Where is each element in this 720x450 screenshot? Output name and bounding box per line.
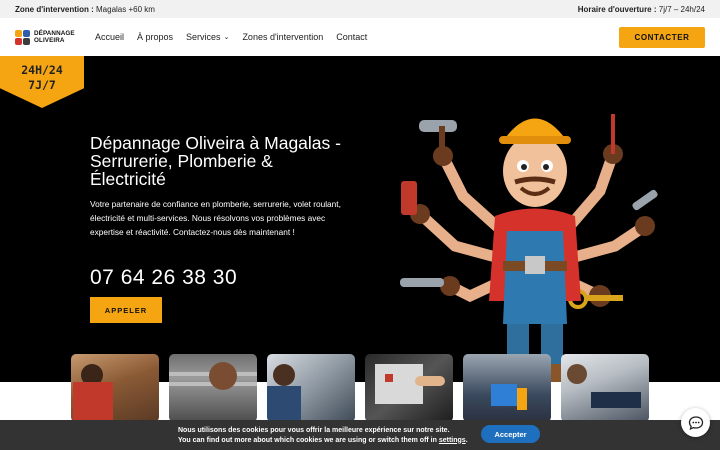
handyman-mascot-illustration [400,114,658,382]
nav-label: À propos [137,32,174,42]
logo-text: DÉPANNAGE OLIVEIRA [34,30,75,44]
nav-contact[interactable]: Contact [336,32,367,42]
service-cards [71,354,651,422]
nav-label: Accueil [95,32,125,42]
logo-icon [15,29,30,45]
badge-line-2: 7J/7 [28,78,56,92]
cookie-line-1: Nous utilisons des cookies pour vous off… [178,427,450,434]
hero-title: Dépannage Oliveira à Magalas - Serrureri… [90,133,341,189]
zone-label: Zone d'intervention : [15,4,94,14]
call-button[interactable]: APPELER [90,297,162,323]
zone-value: Magalas +60 km [93,4,155,14]
hero-description: Votre partenaire de confiance en plomber… [90,199,341,237]
logo-line-2: OLIVEIRA [34,37,65,44]
contact-button[interactable]: CONTACTER [619,27,705,48]
nav-a-propos[interactable]: À propos [137,32,173,42]
phone-number[interactable]: 07 64 26 38 30 [90,266,237,290]
zone-info: Zone d'intervention : Magalas +60 km [15,5,155,14]
cookie-line-2: You can find out more about which cookie… [178,436,468,446]
service-card-multi-services[interactable] [561,354,649,422]
service-card-serrurerie[interactable] [71,354,159,422]
hours-info: Horaire d'ouverture : 7j/7 – 24h/24 [578,5,705,14]
cookie-text: Nous utilisons des cookies pour vous off… [178,426,468,445]
cookie-accept-button[interactable]: Accepter [481,425,540,443]
nav-label: Zones d'intervention [242,32,324,42]
logo-line-1: DÉPANNAGE [34,30,75,37]
nav-label: Services [186,32,221,42]
cookie-line-2-end: . [465,436,468,444]
badge-line-1: 24H/24 [21,63,63,77]
chevron-down-icon: ⌄ [223,34,230,41]
service-card-vitrerie[interactable] [267,354,355,422]
nav-label: Contact [336,32,368,42]
top-info-bar: Zone d'intervention : Magalas +60 km Hor… [0,0,720,18]
site-logo[interactable]: DÉPANNAGE OLIVEIRA [15,29,95,45]
main-nav: Accueil À propos Services ⌄ Zones d'inter… [95,32,367,42]
service-card-plomberie[interactable] [463,354,551,422]
service-card-electricite[interactable] [365,354,453,422]
nav-accueil[interactable]: Accueil [95,32,124,42]
cookie-banner: Nous utilisons des cookies pour vous off… [0,420,720,450]
chat-widget-button[interactable] [681,408,710,437]
availability-badge: 24H/24 7J/7 [0,56,84,108]
nav-zones[interactable]: Zones d'intervention [242,32,323,42]
nav-services[interactable]: Services ⌄ [186,32,229,42]
service-card-volet-roulant[interactable] [169,354,257,422]
cookie-line-2-text: You can find out more about which cookie… [178,436,439,444]
hours-label: Horaire d'ouverture : [577,4,657,14]
chat-bubble-icon [688,415,703,430]
hours-value: 7j/7 – 24h/24 [656,4,705,14]
cookie-settings-link[interactable]: settings [439,437,466,444]
site-header: DÉPANNAGE OLIVEIRA Accueil À propos Serv… [0,18,720,56]
